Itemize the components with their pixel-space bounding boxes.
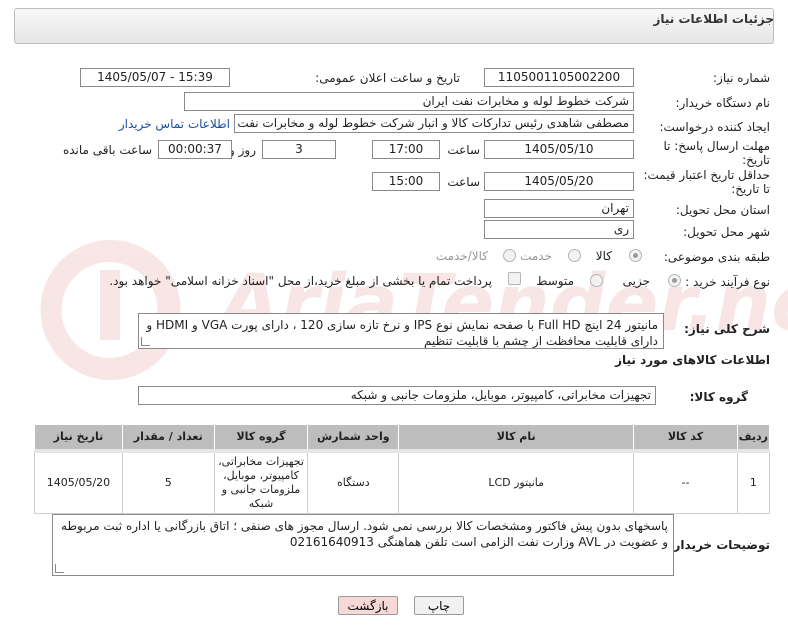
- reply-time-label: ساعت: [447, 143, 480, 157]
- announce-date-field: 1405/05/07 - 15:39: [80, 68, 230, 87]
- description-textarea[interactable]: مانیتور 24 اینچ Full HD با صفحه نمایش نو…: [138, 313, 664, 349]
- reply-deadline-label: مهلت ارسال پاسخ: تا: [663, 139, 770, 153]
- resize-grip-icon[interactable]: [141, 337, 150, 346]
- creator-field: مصطفی شاهدی رئیس تدارکات کالا و انبار شر…: [234, 114, 634, 133]
- category-goods-service-label: کالا/خدمت: [435, 249, 488, 263]
- price-time-label: ساعت: [447, 175, 480, 189]
- goods-group-field: تجهیزات مخابراتی، کامپیوتر، موبایل، ملزو…: [138, 386, 656, 405]
- category-service-label: خدمت: [520, 249, 552, 263]
- category-radio-service[interactable]: [568, 249, 581, 262]
- remaining-label: ساعت باقی مانده: [62, 143, 152, 157]
- need-number-label: شماره نیاز:: [713, 71, 770, 85]
- province-field: تهران: [484, 199, 634, 218]
- price-validity-label-2: تا تاریخ:: [731, 182, 770, 196]
- category-label: طبقه بندی موضوعی:: [663, 250, 770, 264]
- category-radio-goods[interactable]: [629, 249, 642, 262]
- col-header-quantity: تعداد / مقدار: [121, 424, 215, 451]
- col-header-row-number: ردیف: [736, 424, 771, 451]
- cell-quantity: 5: [121, 448, 215, 514]
- province-label: استان محل تحویل:: [675, 203, 770, 217]
- buyer-notes-text: پاسخهای بدون پیش فاکتور ومشخصات کالا برر…: [61, 519, 668, 549]
- price-time-field: 15:00: [372, 172, 440, 191]
- reply-time-field: 17:00: [372, 140, 440, 159]
- col-header-item-name: نام کالا: [398, 424, 635, 451]
- category-radio-goods-service[interactable]: [503, 249, 516, 262]
- cell-item-group: تجهیزات مخابراتی، کامپیوتر، موبایل، ملزو…: [213, 448, 309, 514]
- resize-grip-icon[interactable]: [55, 564, 64, 573]
- buyer-label: نام دستگاه خریدار:: [675, 96, 771, 110]
- print-button[interactable]: چاپ: [414, 596, 464, 615]
- contact-buyer-link[interactable]: اطلاعات تماس خریدار: [119, 117, 230, 131]
- description-label: شرح کلی نیاز:: [684, 322, 770, 336]
- buyer-notes-label: توضیحات خریدار:: [668, 538, 770, 552]
- cell-item-name: مانیتور LCD: [398, 448, 635, 514]
- city-label: شهر محل تحویل:: [683, 225, 770, 239]
- days-label: روز و: [229, 143, 256, 157]
- price-date-field: 1405/05/20: [484, 172, 634, 191]
- creator-label: ایجاد کننده درخواست:: [659, 120, 770, 134]
- cell-unit: دستگاه: [307, 448, 400, 514]
- goods-info-heading: اطلاعات کالاهای مورد نیاز: [615, 353, 770, 367]
- description-text: مانیتور 24 اینچ Full HD با صفحه نمایش نو…: [146, 318, 658, 348]
- items-table: ردیف کد کالا نام کالا واحد شمارش گروه کا…: [34, 424, 771, 514]
- reply-deadline-label-2: تاریخ:: [742, 153, 770, 167]
- process-type-label: نوع فرآیند خرید :: [685, 275, 770, 289]
- process-medium-label: متوسط: [536, 274, 574, 288]
- col-header-item-code: کد کالا: [633, 424, 738, 451]
- process-minor-label: جزیی: [622, 274, 650, 288]
- cell-need-date: 1405/05/20: [34, 448, 123, 514]
- remaining-time-field: 00:00:37: [158, 140, 232, 159]
- treasury-payment-checkbox[interactable]: [508, 272, 521, 285]
- cell-item-code: --: [633, 448, 738, 514]
- goods-group-label: گروه کالا:: [689, 390, 748, 404]
- table-header-row: ردیف کد کالا نام کالا واحد شمارش گروه کا…: [34, 424, 771, 451]
- col-header-item-group: گروه کالا: [213, 424, 309, 451]
- table-row: 1 -- مانیتور LCD دستگاه تجهیزات مخابراتی…: [34, 448, 771, 514]
- back-button[interactable]: بازگشت: [338, 596, 398, 615]
- category-goods-label: کالا: [595, 249, 612, 263]
- price-validity-label: حداقل تاریخ اعتبار قیمت:: [643, 168, 770, 182]
- buyer-field: شرکت خطوط لوله و مخابرات نفت ایران: [184, 92, 634, 111]
- city-field: ری: [484, 220, 634, 239]
- cell-row-number: 1: [736, 448, 771, 514]
- reply-date-field: 1405/05/10: [484, 140, 634, 159]
- page-title: جزئیات اطلاعات نیاز: [653, 12, 774, 26]
- need-number-field: 1105001105002200: [484, 68, 634, 87]
- treasury-payment-text: پرداخت تمام یا بخشی از مبلغ خرید،از محل …: [109, 274, 492, 288]
- process-radio-medium[interactable]: [590, 274, 603, 287]
- buyer-notes-textarea[interactable]: پاسخهای بدون پیش فاکتور ومشخصات کالا برر…: [52, 514, 674, 576]
- announce-date-label: تاریخ و ساعت اعلان عمومی:: [315, 71, 460, 85]
- days-field: 3: [262, 140, 336, 159]
- process-radio-minor[interactable]: [668, 274, 681, 287]
- col-header-unit: واحد شمارش: [307, 424, 400, 451]
- col-header-need-date: تاریخ نیاز: [34, 424, 123, 451]
